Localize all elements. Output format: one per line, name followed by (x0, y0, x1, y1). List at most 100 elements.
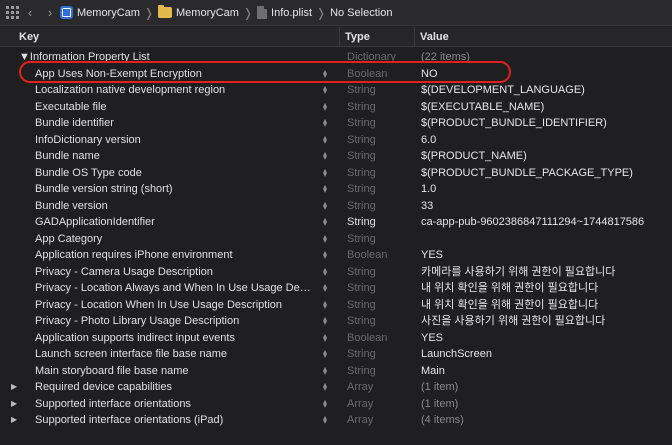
key-popup-stepper-icon[interactable]: ▴ ▾ (323, 136, 333, 144)
table-row[interactable]: ▶ Supported interface orientations ▴ ▾ Array… (0, 396, 672, 413)
row-key[interactable]: Bundle name (35, 148, 315, 165)
breadcrumb-selection[interactable]: No Selection (330, 7, 392, 19)
row-type[interactable]: String (347, 82, 417, 99)
table-row[interactable]: Launch screen interface file base name ▴ ▾… (0, 346, 672, 363)
row-value[interactable]: 33 (421, 198, 671, 215)
table-row[interactable]: Privacy - Photo Library Usage Descriptio… (0, 313, 672, 330)
row-key[interactable]: Privacy - Location Always and When In Us… (35, 280, 315, 297)
key-popup-stepper-icon[interactable]: ▴ ▾ (323, 152, 333, 160)
row-type[interactable]: String (347, 148, 417, 165)
row-value[interactable]: (4 items) (421, 412, 671, 429)
row-type[interactable]: String (347, 99, 417, 116)
key-popup-stepper-icon[interactable]: ▴ ▾ (323, 383, 333, 391)
row-key[interactable]: Localization native development region (35, 82, 315, 99)
row-value[interactable]: (1 item) (421, 396, 671, 413)
row-key[interactable]: Application supports indirect input even… (35, 330, 315, 347)
key-popup-stepper-icon[interactable]: ▴ ▾ (323, 268, 333, 276)
key-popup-stepper-icon[interactable]: ▴ ▾ (323, 334, 333, 342)
row-key[interactable]: Bundle identifier (35, 115, 315, 132)
key-popup-stepper-icon[interactable]: ▴ ▾ (323, 301, 333, 309)
column-divider[interactable] (339, 27, 340, 47)
value-column-header[interactable]: Value (420, 31, 449, 43)
key-popup-stepper-icon[interactable]: ▴ ▾ (323, 218, 333, 226)
row-key[interactable]: InfoDictionary version (35, 132, 315, 149)
table-row[interactable]: Bundle version ▴ ▾ String 33 (0, 198, 672, 215)
row-type[interactable]: String (347, 297, 417, 314)
disclosure-triangle-icon[interactable]: ▶ (11, 396, 21, 413)
row-value[interactable]: $(DEVELOPMENT_LANGUAGE) (421, 82, 671, 99)
row-value[interactable]: 1.0 (421, 181, 671, 198)
key-column-header[interactable]: Key (19, 31, 39, 43)
table-row[interactable]: Main storyboard file base name ▴ ▾ String Ma… (0, 363, 672, 380)
table-row[interactable]: Executable file ▴ ▾ String $(EXECUTABLE_NAME… (0, 99, 672, 116)
row-key[interactable]: Supported interface orientations (iPad) (35, 412, 315, 429)
table-row[interactable]: Localization native development region ▴ ▾… (0, 82, 672, 99)
row-type[interactable]: String (347, 280, 417, 297)
table-row[interactable]: Privacy - Location Always and When In Us… (0, 280, 672, 297)
key-popup-stepper-icon[interactable]: ▴ ▾ (323, 103, 333, 111)
row-type[interactable]: Array (347, 396, 417, 413)
row-key[interactable]: Supported interface orientations (35, 396, 315, 413)
table-row[interactable]: GADApplicationIdentifier ▴ ▾ String ca-app-p… (0, 214, 672, 231)
row-type[interactable]: String (347, 214, 417, 231)
row-key[interactable]: Launch screen interface file base name (35, 346, 315, 363)
row-value[interactable]: $(PRODUCT_NAME) (421, 148, 671, 165)
row-key[interactable]: App Category (35, 231, 315, 248)
key-popup-stepper-icon[interactable]: ▴ ▾ (323, 317, 333, 325)
row-key[interactable]: Application requires iPhone environment (35, 247, 315, 264)
row-value[interactable]: 내 위치 확인을 위해 권한이 필요합니다 (421, 280, 671, 297)
breadcrumb-project[interactable]: MemoryCam (77, 7, 140, 19)
row-key[interactable]: Executable file (35, 99, 315, 116)
row-key[interactable]: Privacy - Location When In Use Usage Des… (35, 297, 315, 314)
row-type[interactable]: String (347, 132, 417, 149)
key-popup-stepper-icon[interactable]: ▴ ▾ (323, 284, 333, 292)
table-row[interactable]: App Category ▴ ▾ String (0, 231, 672, 248)
row-value[interactable]: $(PRODUCT_BUNDLE_PACKAGE_TYPE) (421, 165, 671, 182)
row-key[interactable]: Bundle version string (short) (35, 181, 315, 198)
row-type[interactable]: String (347, 363, 417, 380)
key-popup-stepper-icon[interactable]: ▴ ▾ (323, 169, 333, 177)
row-key[interactable]: Privacy - Photo Library Usage Descriptio… (35, 313, 315, 330)
row-type[interactable]: String (347, 264, 417, 281)
row-type[interactable]: String (347, 231, 417, 248)
row-type[interactable]: String (347, 115, 417, 132)
row-value[interactable]: 내 위치 확인을 위해 권한이 필요합니다 (421, 297, 671, 314)
row-value[interactable]: YES (421, 330, 671, 347)
key-popup-stepper-icon[interactable]: ▴ ▾ (323, 202, 333, 210)
key-popup-stepper-icon[interactable]: ▴ ▾ (323, 235, 333, 243)
row-key[interactable]: Bundle version (35, 198, 315, 215)
back-chevron-icon[interactable]: ‹ (20, 0, 40, 26)
row-type[interactable]: Boolean (347, 247, 417, 264)
key-popup-stepper-icon[interactable]: ▴ ▾ (323, 119, 333, 127)
row-type[interactable]: String (347, 313, 417, 330)
key-popup-stepper-icon[interactable]: ▴ ▾ (323, 367, 333, 375)
row-value[interactable]: $(EXECUTABLE_NAME) (421, 99, 671, 116)
table-row[interactable]: InfoDictionary version ▴ ▾ String 6.0 (0, 132, 672, 149)
breadcrumb-group[interactable]: MemoryCam (176, 7, 239, 19)
table-row[interactable]: Application supports indirect input even… (0, 330, 672, 347)
row-type[interactable]: String (347, 181, 417, 198)
row-type[interactable]: Array (347, 379, 417, 396)
key-popup-stepper-icon[interactable]: ▴ ▾ (323, 185, 333, 193)
table-row[interactable]: Bundle OS Type code ▴ ▾ String $(PRODUCT_BUN… (0, 165, 672, 182)
row-value[interactable]: ca-app-pub-9602386847111294~1744817586 (421, 214, 671, 231)
row-value[interactable]: 6.0 (421, 132, 671, 149)
row-type[interactable]: String (347, 165, 417, 182)
table-row[interactable]: Application requires iPhone environment ▴… (0, 247, 672, 264)
table-row[interactable]: ▶ Required device capabilities ▴ ▾ Array (1 i… (0, 379, 672, 396)
row-key[interactable]: Bundle OS Type code (35, 165, 315, 182)
row-key[interactable]: Required device capabilities (35, 379, 315, 396)
key-popup-stepper-icon[interactable]: ▴ ▾ (323, 86, 333, 94)
forward-chevron-icon[interactable]: › (40, 0, 60, 26)
row-type[interactable]: String (347, 346, 417, 363)
row-type[interactable]: Array (347, 412, 417, 429)
table-row[interactable]: ▶ Supported interface orientations (iPad)… (0, 412, 672, 429)
disclosure-triangle-icon[interactable]: ▶ (11, 379, 21, 396)
row-key[interactable]: Privacy - Camera Usage Description (35, 264, 315, 281)
row-type[interactable]: Boolean (347, 330, 417, 347)
row-value[interactable]: $(PRODUCT_BUNDLE_IDENTIFIER) (421, 115, 671, 132)
row-value[interactable]: YES (421, 247, 671, 264)
row-value[interactable]: 카메라를 사용하기 위해 권한이 필요합니다 (421, 264, 671, 281)
row-type[interactable]: String (347, 198, 417, 215)
table-row[interactable]: Bundle name ▴ ▾ String $(PRODUCT_NAME) (0, 148, 672, 165)
